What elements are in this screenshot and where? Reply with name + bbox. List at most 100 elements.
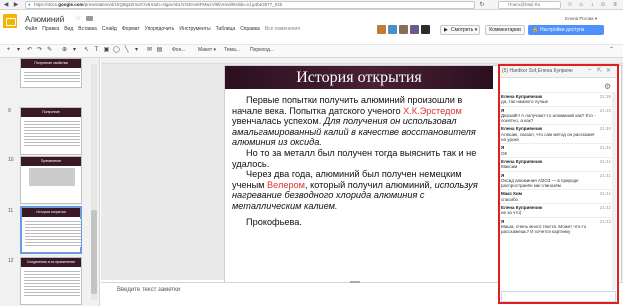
thumbnail-text-lines bbox=[25, 219, 81, 247]
chat-title: (5) Hardkor Sof,Елена Куприян bbox=[502, 68, 573, 74]
address-bar[interactable]: ● https://docs.google.com/presentation/d… bbox=[25, 1, 475, 9]
paragraph-2: Но то за металл был получен тогда выясни… bbox=[232, 147, 477, 169]
chat-popout-icon[interactable]: ⇱ bbox=[597, 67, 602, 74]
menu-arrange[interactable]: Упорядочить bbox=[145, 26, 175, 34]
menu-edit[interactable]: Правка bbox=[42, 26, 59, 34]
account-icon[interactable]: ☺ bbox=[599, 1, 607, 9]
comment-icon[interactable]: ✉ bbox=[145, 46, 154, 55]
zoom-icon[interactable]: ⊕ bbox=[60, 46, 69, 55]
slide-thumbnail[interactable]: Получение bbox=[20, 107, 82, 155]
message-time: 21:42 bbox=[599, 205, 611, 211]
menu-file[interactable]: Файл bbox=[25, 26, 37, 34]
lock-icon: 🔒 bbox=[532, 27, 539, 33]
search-input[interactable]: Поиск@Mail.Ru bbox=[498, 1, 561, 9]
slides-logo-icon[interactable] bbox=[3, 14, 17, 28]
image-icon[interactable]: ▣ bbox=[102, 46, 111, 55]
thumbnail-title: Получение bbox=[21, 108, 81, 117]
transition-button[interactable]: Переход... bbox=[250, 46, 274, 55]
message-text: Дерзай!!! А получают-то алюминий как? Кт… bbox=[501, 112, 596, 124]
chat-message: 21:41 Елена Куприянчик Максим bbox=[500, 156, 612, 171]
present-button[interactable]: ▶ Смотреть ▾ bbox=[440, 25, 480, 35]
thumbnail-text-lines bbox=[24, 269, 80, 297]
slide-number: 10 bbox=[8, 157, 14, 163]
menu-help[interactable]: Справка bbox=[240, 26, 260, 34]
menu-view[interactable]: Вид bbox=[64, 26, 73, 34]
user-name[interactable]: Елена Рогова ▾ bbox=[565, 16, 597, 22]
paragraph-3: Через два года, алюминий был получен нем… bbox=[232, 169, 494, 211]
new-slide-icon[interactable]: + bbox=[4, 46, 13, 55]
select-cursor-icon[interactable]: ↖ bbox=[82, 46, 91, 55]
chat-input[interactable] bbox=[501, 291, 616, 302]
collaborator-avatar[interactable] bbox=[377, 25, 386, 34]
home-icon[interactable]: ⌂ bbox=[577, 1, 585, 9]
dropdown-icon[interactable]: ▾ bbox=[132, 46, 141, 55]
text-box-icon[interactable]: T bbox=[92, 46, 101, 55]
message-text: Оксид алюминия Al2O3 — в природе распрос… bbox=[501, 177, 579, 189]
chat-scrollbar[interactable] bbox=[612, 92, 616, 290]
message-text: да, так намного лучше bbox=[501, 99, 549, 105]
reload-icon[interactable]: ↻ bbox=[478, 1, 486, 9]
notes-resize-handle[interactable] bbox=[350, 281, 360, 283]
shape-icon[interactable]: ◯ bbox=[112, 46, 121, 55]
collaborator-avatar[interactable] bbox=[388, 25, 397, 34]
text-run: увенчалась успехом. bbox=[232, 116, 324, 127]
star-icon[interactable]: ☆ bbox=[75, 14, 81, 22]
collaborator-avatar[interactable] bbox=[410, 25, 419, 34]
chat-messages: 21:39 Елена Куприянчик да, так намного луч… bbox=[500, 92, 612, 290]
background-button[interactable]: Фон... bbox=[172, 46, 186, 55]
slide-thumbnail-selected[interactable]: История открытия bbox=[20, 206, 82, 254]
download-icon[interactable]: ↓ bbox=[588, 1, 596, 9]
share-button[interactable]: 🔒 Настройки доступа bbox=[528, 25, 604, 35]
chat-message: 21:39 Елена Куприянчик да, так намного луч… bbox=[500, 92, 612, 106]
slide-number: 9 bbox=[8, 108, 11, 114]
redo-icon[interactable]: ↷ bbox=[35, 46, 44, 55]
collapse-chevron-icon[interactable]: ⌃ bbox=[609, 46, 614, 53]
line-icon[interactable]: ╲ bbox=[122, 46, 131, 55]
menu-slide[interactable]: Слайд bbox=[102, 26, 117, 34]
folder-icon[interactable] bbox=[86, 16, 93, 21]
slide-body-text[interactable]: Первые попытки получить алюминий произош… bbox=[232, 95, 494, 227]
slide-thumbnail[interactable]: Соединения и их применение bbox=[20, 257, 82, 305]
message-time: 21:40 bbox=[599, 126, 611, 132]
thumbnail-title: Применение bbox=[21, 157, 81, 166]
chat-message: 21:40 Елена Куприянчик Алешик, сказал, что… bbox=[500, 124, 612, 143]
format-icon[interactable]: ▤ bbox=[155, 46, 164, 55]
document-title[interactable]: Алюминий bbox=[25, 15, 64, 24]
undo-icon[interactable]: ↶ bbox=[25, 46, 34, 55]
settings-gear-icon[interactable]: ⚙ bbox=[604, 82, 611, 91]
comments-button[interactable]: Комментарии bbox=[485, 25, 525, 35]
dropdown-icon[interactable]: ▾ bbox=[70, 46, 79, 55]
slide-title[interactable]: История открытия bbox=[225, 66, 493, 89]
chat-message: 21:41 Макс Ким спасибо bbox=[500, 189, 612, 203]
dropdown-icon[interactable]: ▾ bbox=[14, 46, 23, 55]
url-path: /presentation/d/1lrQ8g3ZmoiTzv6XaZc-slga… bbox=[83, 2, 283, 7]
message-time: 21:41 bbox=[599, 172, 611, 178]
paragraph-4: Прокофьева. bbox=[246, 216, 302, 227]
filmstrip-scroll-thumb[interactable] bbox=[91, 210, 97, 294]
chat-minimize-icon[interactable]: – bbox=[588, 67, 591, 73]
text-run: , который получил алюминий, bbox=[305, 179, 435, 190]
paint-format-icon[interactable]: ✎ bbox=[45, 46, 54, 55]
slide-thumbnail[interactable]: Получение свойства bbox=[20, 58, 82, 88]
menu-table[interactable]: Таблица bbox=[216, 26, 236, 34]
save-status: Все изменения bbox=[264, 26, 300, 32]
slide-thumbnail[interactable]: Применение bbox=[20, 156, 82, 204]
menu-format[interactable]: Формат bbox=[122, 26, 140, 34]
collaborator-avatar[interactable] bbox=[421, 25, 430, 34]
forward-icon[interactable]: ▶ bbox=[12, 1, 20, 9]
browser-menu-icon[interactable]: ≡ bbox=[611, 1, 619, 9]
menu-tools[interactable]: Инструменты bbox=[179, 26, 210, 34]
layout-button[interactable]: Макет ▾ bbox=[198, 46, 216, 55]
chat-message: 21:41 Я Оксид алюминия Al2O3 — в природе р… bbox=[500, 170, 612, 190]
bookmark-star-icon[interactable]: ☆ bbox=[566, 1, 574, 9]
chat-close-icon[interactable]: ✕ bbox=[606, 67, 611, 74]
theme-button[interactable]: Тема... bbox=[224, 46, 240, 55]
back-icon[interactable]: ◀ bbox=[2, 1, 10, 9]
collaborator-avatar[interactable] bbox=[399, 25, 408, 34]
chat-textarea[interactable] bbox=[502, 292, 615, 301]
chat-message: 21:40 Я ОК bbox=[500, 143, 612, 157]
menu-insert[interactable]: Вставка bbox=[78, 26, 97, 34]
thumbnail-title: История открытия bbox=[22, 208, 80, 217]
notes-placeholder[interactable]: Введите текст заметки bbox=[117, 287, 180, 293]
message-time: 21:41 bbox=[599, 191, 611, 197]
